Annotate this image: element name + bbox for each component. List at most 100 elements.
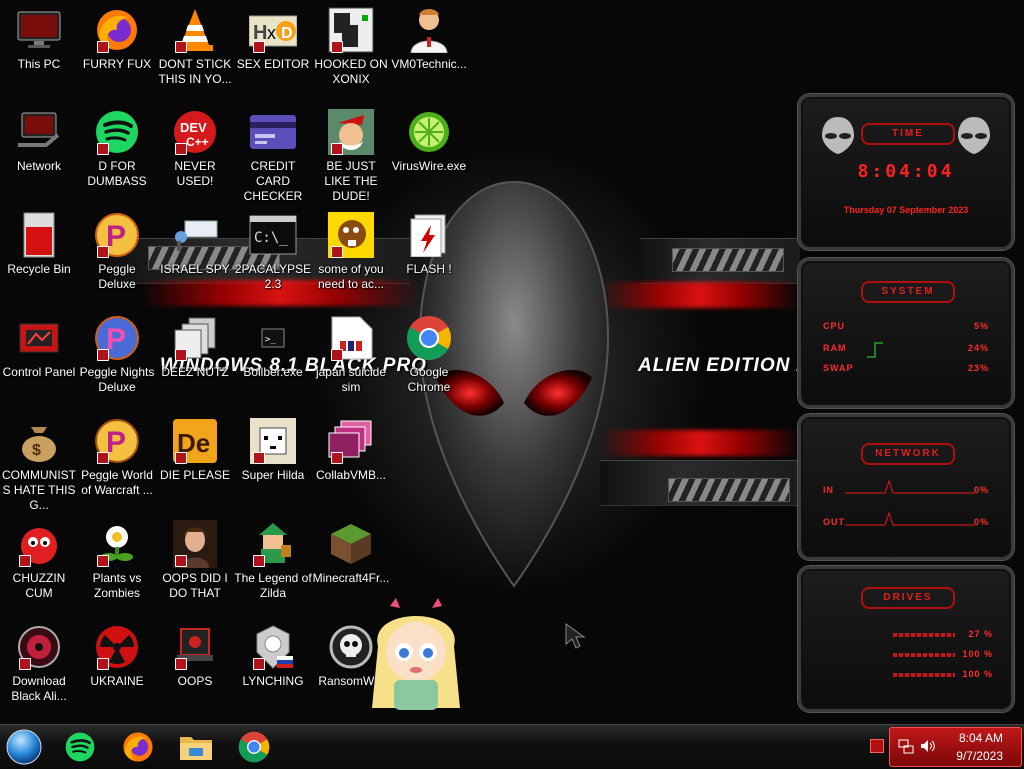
drives-widget: DRIVES 27 % 100 % 100 % xyxy=(798,566,1014,712)
svg-text:P: P xyxy=(106,426,126,459)
desktop-icon-israel-spy[interactable]: ISRAEL SPY xyxy=(156,211,234,277)
desktop-icon-bollber[interactable]: >_ Bollber.exe xyxy=(234,314,312,380)
desktop-icon-google-chrome[interactable]: Google Chrome xyxy=(390,314,468,395)
taskbar-spotify[interactable] xyxy=(60,729,100,765)
network-out-value: 0% xyxy=(973,517,989,527)
desktop-icon-minecraft4fr[interactable]: Minecraft4Fr... xyxy=(312,520,390,586)
taskbar-clock-time[interactable]: 8:04 AM xyxy=(959,731,1003,745)
desktop-icon-viruswire[interactable]: VirusWire.exe xyxy=(390,108,468,174)
network-widget: NETWORK IN 0% OUT 0% xyxy=(798,414,1014,560)
spotify-icon xyxy=(93,108,141,156)
radiation-icon xyxy=(93,623,141,671)
wallpaper-red-glow xyxy=(600,430,800,456)
network-tray-icon[interactable] xyxy=(898,738,914,754)
desktop-icon-legend-of-zilda[interactable]: The Legend of Zilda xyxy=(234,520,312,601)
control-panel-icon xyxy=(15,314,63,362)
time-widget-title: TIME xyxy=(861,123,955,145)
desktop-icon-ukraine[interactable]: UKRAINE xyxy=(78,623,156,689)
elf-icon xyxy=(327,108,375,156)
system-widget-title: SYSTEM xyxy=(861,281,955,303)
desktop-icon-credit-card-checker[interactable]: CREDIT CARD CHECKER xyxy=(234,108,312,204)
desktop-icon-peggle-deluxe[interactable]: P Peggle Deluxe xyxy=(78,211,156,292)
desktop-icon-vm0technic[interactable]: VM0Technic... xyxy=(390,6,468,72)
desktop-icon-die-please[interactable]: De DIE PLEASE xyxy=(156,417,234,483)
desktop-icon-collabvmb[interactable]: CollabVMB... xyxy=(312,417,390,483)
monitor-icon xyxy=(15,6,63,54)
chrome-icon xyxy=(238,731,270,763)
link-icon xyxy=(249,520,297,568)
copies-icon xyxy=(171,314,219,362)
desktop: WINDOWS 8.1 BLACK PRO ALIEN EDITION 20 T… xyxy=(0,0,1024,724)
chuzzle-icon xyxy=(15,520,63,568)
desktop-icon-peggle-world-of-warcraft[interactable]: P Peggle World of Warcraft ... xyxy=(78,417,156,498)
drive-1-value: 27 % xyxy=(968,629,993,639)
desktop-icon-dont-stick[interactable]: DONT STICK THIS IN YO... xyxy=(156,6,234,87)
system-tray: 8:04 AM 9/7/2023 xyxy=(889,727,1022,767)
alien-head-icon xyxy=(822,117,854,154)
spotify-icon xyxy=(65,732,95,762)
firefox-icon xyxy=(93,6,141,54)
beaver-icon xyxy=(327,211,375,259)
network-in-value: 0% xyxy=(973,485,989,495)
desktop-icon-furry-fux[interactable]: FURRY FUX xyxy=(78,6,156,72)
time-widget: TIME 8:04:04 Thursday 07 September 2023 xyxy=(798,94,1014,250)
desktop-icon-recycle-bin[interactable]: Recycle Bin xyxy=(0,211,78,277)
drive-2-value: 100 % xyxy=(962,649,993,659)
desktop-icon-oops-did-i-do-that[interactable]: OOPS DID I DO THAT xyxy=(156,520,234,601)
desktop-icon-flash[interactable]: FLASH ! xyxy=(390,211,468,277)
desktop-icon-chuzzin-cum[interactable]: CHUZZIN CUM xyxy=(0,520,78,601)
desktop-icon-peggle-nights-deluxe[interactable]: P Peggle Nights Deluxe xyxy=(78,314,156,395)
chrome-icon xyxy=(405,314,453,362)
taskbar-clock-date[interactable]: 9/7/2023 xyxy=(956,749,1003,763)
desktop-icon-d-for-dumbass[interactable]: D FOR DUMBASS xyxy=(78,108,156,189)
desktop-icon-hooked-on-xonix[interactable]: HOOKED ON XONIX xyxy=(312,6,390,87)
taskbar-chrome[interactable] xyxy=(234,729,274,765)
desktop-icon-be-just-like-the-dude[interactable]: BE JUST LIKE THE DUDE! xyxy=(312,108,390,204)
desktop-icon-2pacalypse[interactable]: C:\_ 2PACALYPSE 2.3 xyxy=(234,211,312,292)
dog-icon xyxy=(249,417,297,465)
desktop-icon-network[interactable]: Network xyxy=(0,108,78,174)
de-icon: De xyxy=(171,417,219,465)
desktop-icon-control-panel[interactable]: Control Panel xyxy=(0,314,78,380)
drive-2-bar xyxy=(893,653,955,657)
drive-3-bar xyxy=(893,673,955,677)
svg-text:$: $ xyxy=(32,442,41,459)
terminal-icon: C:\_ xyxy=(249,211,297,259)
svg-text:>_: >_ xyxy=(265,335,276,345)
swap-value: 23% xyxy=(967,363,989,373)
desktop-icon-deez-nutz[interactable]: DEEZ NUTZ xyxy=(156,314,234,380)
desktop-icon-download-black-ali[interactable]: Download Black Ali... xyxy=(0,623,78,704)
wallpaper-stripes xyxy=(672,248,784,272)
desktop-icon-super-hilda[interactable]: Super Hilda xyxy=(234,417,312,483)
desktop-icon-sex-editor[interactable]: HxD SEX EDITOR xyxy=(234,6,312,72)
portrait-icon xyxy=(171,520,219,568)
svg-text:x: x xyxy=(267,23,276,43)
volume-tray-icon[interactable] xyxy=(920,738,936,754)
desktop-icon-never-used[interactable]: DEV C++ NEVER USED! xyxy=(156,108,234,189)
desktop-icon-some-of-you[interactable]: some of you need to ac... xyxy=(312,211,390,292)
desktop-icon-this-pc[interactable]: This PC xyxy=(0,6,78,72)
flash-icon xyxy=(405,211,453,259)
start-button[interactable] xyxy=(4,729,44,765)
desktop-icon-communists[interactable]: $ COMMUNISTS HATE THIS G... xyxy=(0,417,78,513)
svg-text:C:\_: C:\_ xyxy=(254,230,288,246)
desktop-icon-oops[interactable]: OOPS xyxy=(156,623,234,689)
drive-1-bar xyxy=(893,633,955,637)
desktop-icon-plants-vs-zombies[interactable]: Plants vs Zombies xyxy=(78,520,156,601)
peggle-icon: P xyxy=(93,211,141,259)
cartoon-girl-sticker xyxy=(372,598,460,710)
desktop-icon-japan-suicide-sim[interactable]: japan suicide sim xyxy=(312,314,390,395)
recycle-bin-icon xyxy=(15,211,63,259)
network-out-label: OUT xyxy=(823,517,845,527)
network-graph xyxy=(845,479,975,526)
taskbar-file-explorer[interactable] xyxy=(176,729,216,765)
peggle-icon: P xyxy=(93,417,141,465)
svg-text:D: D xyxy=(281,25,293,42)
svg-text:P: P xyxy=(106,220,126,253)
person-icon xyxy=(405,6,453,54)
ram-label: RAM xyxy=(823,343,847,353)
show-hidden-icons-button[interactable] xyxy=(870,739,884,753)
taskbar-firefox[interactable] xyxy=(118,729,158,765)
badge-icon xyxy=(249,623,297,671)
desktop-icon-lynching[interactable]: LYNCHING xyxy=(234,623,312,689)
